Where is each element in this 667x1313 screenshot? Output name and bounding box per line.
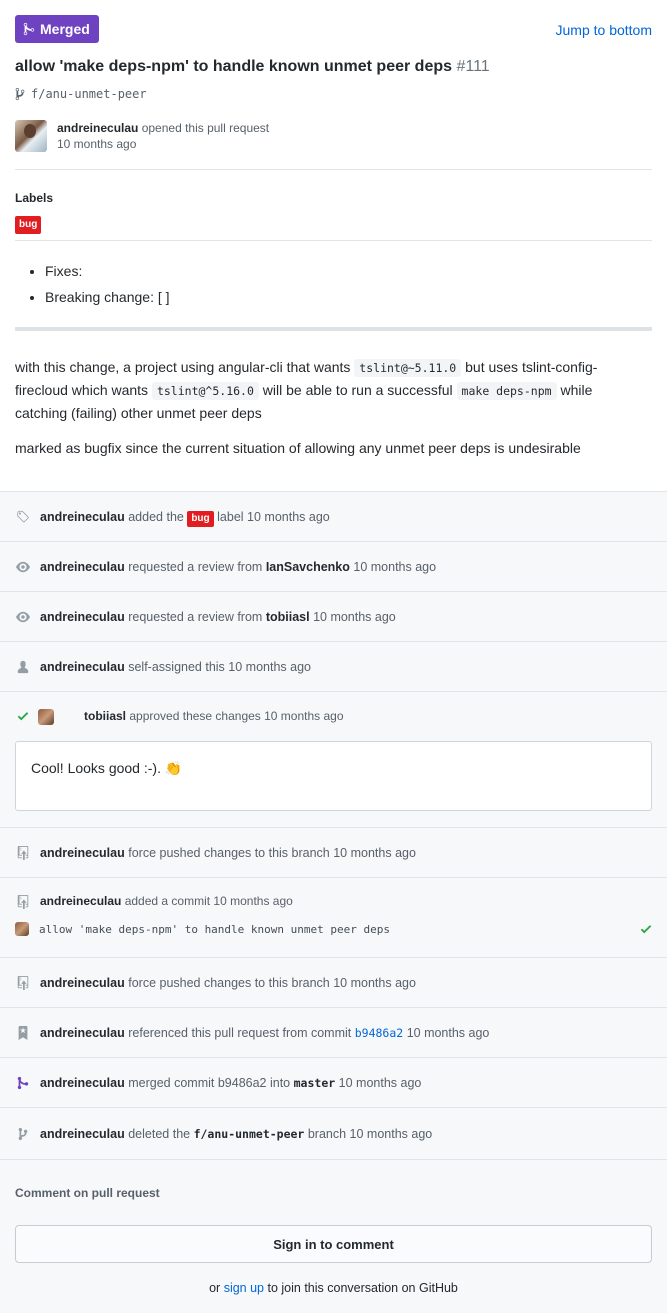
avatar[interactable] xyxy=(15,922,29,936)
repo-push-icon xyxy=(15,845,31,861)
actor-name[interactable]: andreineculau xyxy=(40,510,125,524)
author-name[interactable]: andreineculau xyxy=(57,121,138,135)
timeline-event-referenced: andreineculau referenced this pull reque… xyxy=(0,1007,667,1057)
check-icon xyxy=(640,922,652,939)
timeline-event-merged: andreineculau merged commit b9486a2 into… xyxy=(0,1057,667,1107)
repo-push-icon xyxy=(15,975,31,991)
timeline-event-labeled: andreineculau added the bug label 10 mon… xyxy=(0,491,667,541)
list-item: Breaking change: [ ] xyxy=(45,284,170,310)
avatar[interactable] xyxy=(38,709,54,725)
pr-number: #111 xyxy=(456,58,490,75)
pr-description-note: marked as bugfix since the current situa… xyxy=(15,440,581,456)
branch-icon xyxy=(15,87,25,101)
labels-list: bug xyxy=(15,214,42,234)
merge-icon xyxy=(15,1075,31,1091)
list-item: Fixes: xyxy=(45,258,170,284)
check-icon xyxy=(15,708,31,724)
divider xyxy=(15,240,652,241)
merged-label: Merged xyxy=(40,21,90,37)
commit-message[interactable]: allow 'make deps-npm' to handle known un… xyxy=(39,923,390,936)
eye-icon xyxy=(15,559,31,575)
timeline-event-approved: tobiiasl approved these changes 10 month… xyxy=(0,691,667,827)
review-comment: Cool! Looks good :-). 👏 xyxy=(15,741,652,811)
timeline-event-review-request: andreineculau requested a review from Ia… xyxy=(0,541,667,591)
bug-label[interactable]: bug xyxy=(15,216,42,234)
tag-icon xyxy=(15,509,31,525)
inline-code: tslint@~5.11.0 xyxy=(354,359,462,377)
actor-name[interactable]: andreineculau xyxy=(40,1026,125,1040)
actor-name[interactable]: andreineculau xyxy=(40,1076,125,1090)
avatar[interactable] xyxy=(15,120,47,152)
pr-checklist: Fixes: Breaking change: [ ] xyxy=(45,258,170,310)
timeline-event-branch-deleted: andreineculau deleted the f/anu-unmet-pe… xyxy=(0,1107,667,1159)
repo-push-icon xyxy=(15,894,31,910)
actor-name[interactable]: andreineculau xyxy=(40,846,125,860)
timeline: andreineculau added the bug label 10 mon… xyxy=(0,491,667,1313)
divider xyxy=(15,327,652,331)
opened-time: 10 months ago xyxy=(57,137,137,151)
inline-code: make deps-npm xyxy=(456,382,557,400)
branch-name[interactable]: f/anu-unmet-peer xyxy=(31,87,147,101)
pr-author: andreineculau opened this pull request 1… xyxy=(15,120,269,156)
opened-text: opened this pull request xyxy=(141,121,270,135)
reviewer-name[interactable]: IanSavchenko xyxy=(266,560,350,574)
person-icon xyxy=(15,659,31,675)
actor-name[interactable]: andreineculau xyxy=(40,894,121,908)
actor-name[interactable]: andreineculau xyxy=(40,610,125,624)
timeline-event-force-push: andreineculau force pushed changes to th… xyxy=(0,957,667,1007)
reviewer-name[interactable]: tobiiasl xyxy=(266,610,310,624)
actor-name[interactable]: tobiiasl xyxy=(84,709,126,723)
actor-name[interactable]: andreineculau xyxy=(40,560,125,574)
labels-heading: Labels xyxy=(15,191,54,205)
divider xyxy=(15,169,652,170)
comment-heading: Comment on pull request xyxy=(15,1186,160,1200)
eye-icon xyxy=(15,609,31,625)
jump-to-bottom-link[interactable]: Jump to bottom xyxy=(556,22,653,38)
sign-up-link[interactable]: sign up xyxy=(224,1281,264,1295)
commit-sha-link[interactable]: b9486a2 xyxy=(355,1026,403,1040)
deleted-branch[interactable]: f/anu-unmet-peer xyxy=(194,1127,305,1141)
timeline-event-force-push: andreineculau force pushed changes to th… xyxy=(0,827,667,877)
timeline-event-commit: andreineculau added a commit 10 months a… xyxy=(0,877,667,957)
target-branch[interactable]: master xyxy=(294,1076,336,1090)
pr-title-text: allow 'make deps-npm' to handle known un… xyxy=(15,58,453,75)
bookmark-icon xyxy=(15,1025,31,1041)
sign-in-button[interactable]: Sign in to comment xyxy=(15,1225,652,1263)
pr-description: with this change, a project using angula… xyxy=(15,359,598,421)
actor-name[interactable]: andreineculau xyxy=(40,1127,125,1141)
timeline-event-review-request: andreineculau requested a review from to… xyxy=(0,591,667,641)
head-branch: f/anu-unmet-peer xyxy=(15,87,147,101)
page-title: allow 'make deps-npm' to handle known un… xyxy=(15,58,490,76)
bug-label[interactable]: bug xyxy=(187,511,214,527)
merged-status-badge: Merged xyxy=(15,15,99,43)
timeline-event-assigned: andreineculau self-assigned this 10 mont… xyxy=(0,641,667,691)
actor-name[interactable]: andreineculau xyxy=(40,976,125,990)
merge-icon xyxy=(23,22,35,36)
join-conversation-text: or sign up to join this conversation on … xyxy=(209,1281,458,1295)
branch-icon xyxy=(15,1126,31,1142)
pr-header: Merged Jump to bottom allow 'make deps-n… xyxy=(0,0,667,491)
actor-name[interactable]: andreineculau xyxy=(40,660,125,674)
inline-code: tslint@^5.16.0 xyxy=(151,382,259,400)
